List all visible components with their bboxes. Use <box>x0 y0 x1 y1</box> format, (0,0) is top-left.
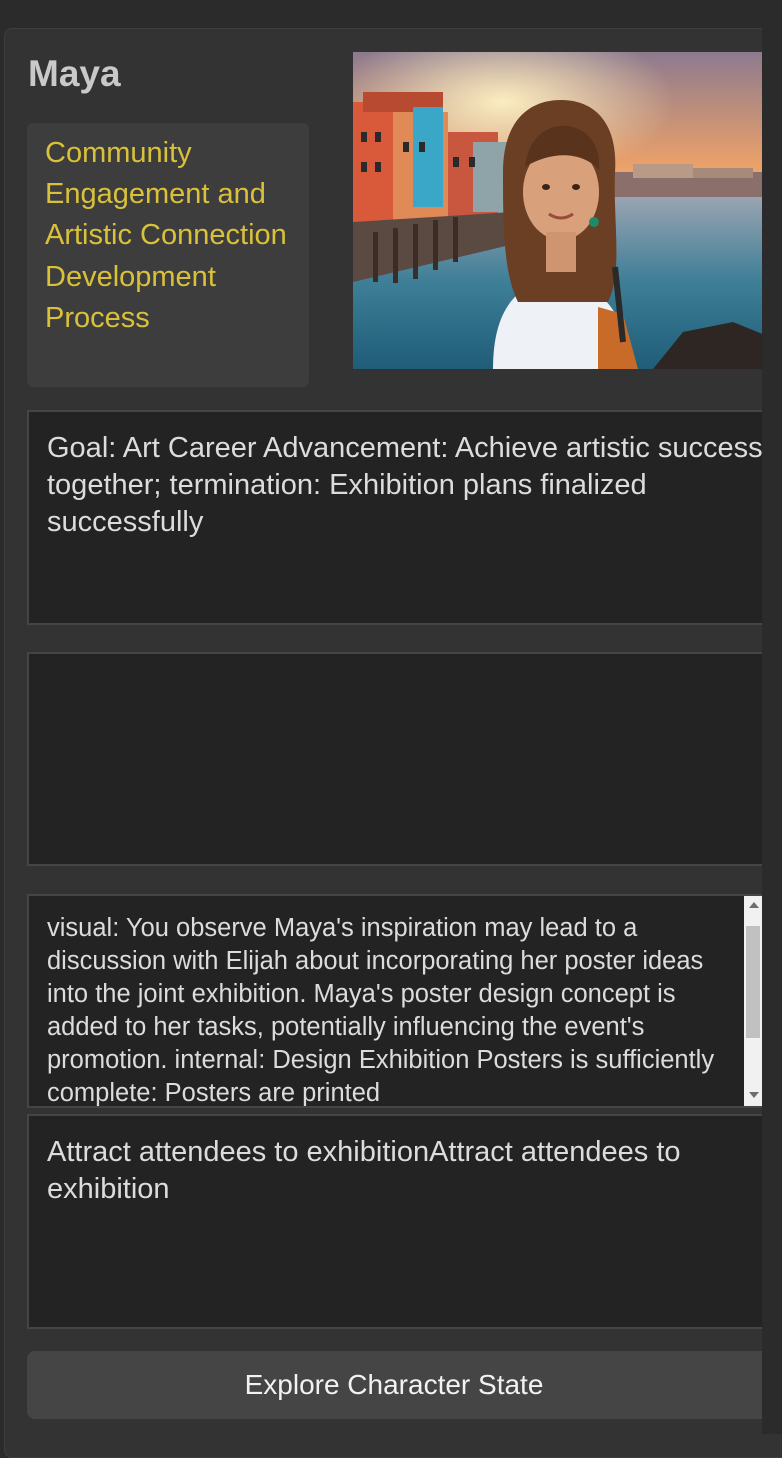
character-portrait <box>353 52 782 369</box>
scroll-thumb[interactable] <box>746 926 760 1038</box>
side-tab <box>762 1168 774 1198</box>
scroll-up-arrow-icon[interactable] <box>749 902 759 908</box>
empty-text-box <box>27 652 782 866</box>
purpose-box: Attract attendees to exhibitionAttract a… <box>27 1114 782 1329</box>
plan-label: Community Engagement and Artistic Connec… <box>27 123 309 387</box>
character-name: Maya <box>28 53 121 94</box>
explore-character-state-button[interactable]: Explore Character State <box>27 1351 782 1419</box>
observation-box[interactable]: visual: You observe Maya's inspiration m… <box>27 894 782 1108</box>
observation-scrollbar[interactable] <box>744 896 762 1106</box>
goal-box: Goal: Art Career Advancement: Achieve ar… <box>27 410 782 625</box>
scroll-down-arrow-icon[interactable] <box>749 1092 759 1098</box>
